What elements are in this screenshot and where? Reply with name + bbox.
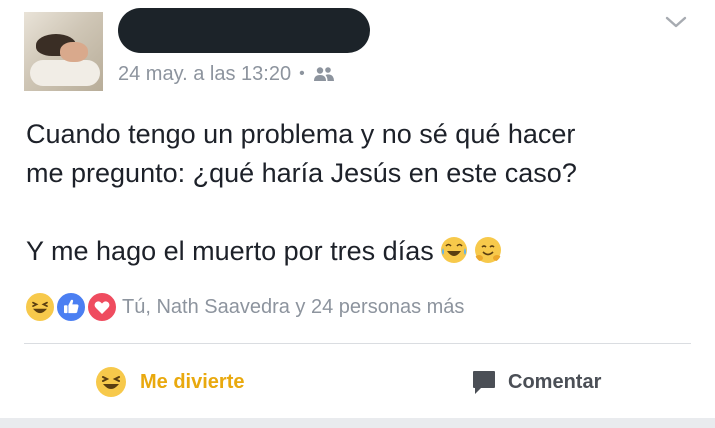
actions-divider — [24, 343, 691, 344]
comment-icon — [473, 371, 495, 394]
haha-reaction-icon — [96, 367, 126, 397]
avatar-pillow — [30, 60, 100, 86]
haha-reaction-button[interactable]: Me divierte — [95, 362, 244, 402]
meta-separator: • — [299, 65, 305, 82]
avatar-face — [60, 42, 88, 62]
comment-button[interactable]: Comentar — [470, 362, 601, 402]
haha-reaction-label: Me divierte — [140, 370, 245, 393]
hugging-emoji-icon — [474, 237, 501, 263]
post-meta: 24 may. a las 13:20 • — [118, 61, 335, 87]
post-text-line: Y me hago el muerto por tres días — [26, 236, 434, 266]
post-timestamp[interactable]: 24 may. a las 13:20 — [118, 63, 291, 86]
author-name-redacted[interactable] — [118, 8, 370, 53]
post-text: Cuando tengo un problema y no sé qué hac… — [26, 115, 686, 271]
post-text-line: Cuando tengo un problema y no sé qué hac… — [26, 119, 576, 149]
love-reaction-icon — [86, 291, 118, 323]
like-reaction-icon — [55, 291, 87, 323]
avatar[interactable] — [24, 12, 103, 91]
chevron-down-icon[interactable] — [664, 14, 688, 30]
feed-separator — [0, 418, 715, 428]
comment-label: Comentar — [508, 370, 602, 393]
reaction-icons — [24, 291, 120, 323]
friends-icon[interactable] — [313, 66, 335, 82]
reactions-summary-text[interactable]: Tú, Nath Saavedra y 24 personas más — [122, 296, 464, 319]
crying-laughing-emoji-icon — [440, 237, 467, 263]
post-text-line-last: Y me hago el muerto por tres días — [26, 232, 686, 271]
post-card: 24 may. a las 13:20 • Cuando tengo un pr… — [0, 0, 715, 418]
post-text-line: me pregunto: ¿qué haría Jesús en este ca… — [26, 158, 577, 188]
haha-reaction-icon — [24, 291, 56, 323]
reactions-summary[interactable]: Tú, Nath Saavedra y 24 personas más — [24, 291, 464, 323]
